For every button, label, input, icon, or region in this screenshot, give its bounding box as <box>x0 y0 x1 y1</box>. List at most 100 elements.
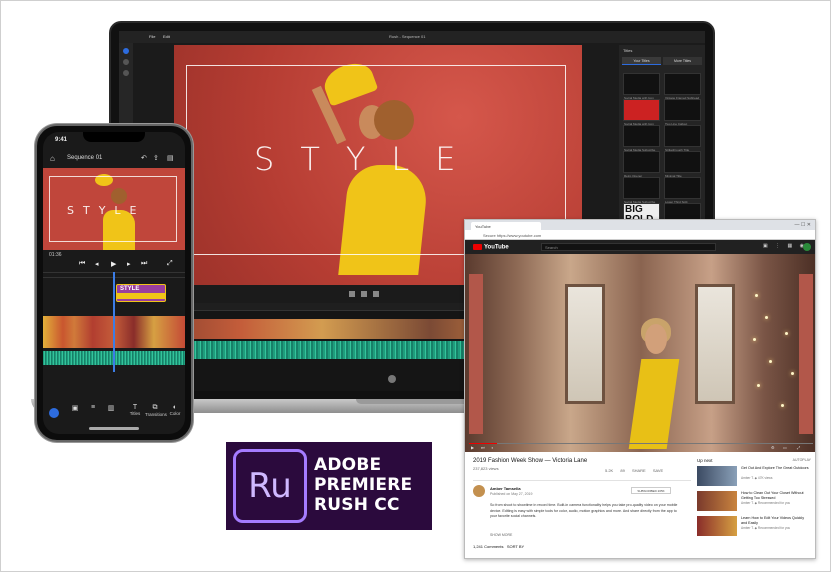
menu-file[interactable]: File <box>149 34 155 39</box>
channel-avatar[interactable] <box>473 485 485 497</box>
title-clip[interactable]: STYLE <box>116 284 166 302</box>
skip-end-icon[interactable]: ⏭ <box>141 260 147 268</box>
home-indicator[interactable] <box>89 427 139 430</box>
up-next-title[interactable]: How to Clean Out Your Closet Without Get… <box>741 491 811 500</box>
tab-more-titles[interactable]: More Titles <box>663 57 702 65</box>
logo-wordmark: ADOBE PREMIERE RUSH CC <box>314 455 412 515</box>
volume-icon[interactable]: ◖ <box>491 445 493 450</box>
fullscreen-icon[interactable]: ⤢ <box>167 260 173 268</box>
theater-icon[interactable]: ▭ <box>783 445 787 450</box>
share-icon[interactable]: ⇪ <box>153 154 159 162</box>
play-icon[interactable]: ▶ <box>111 260 116 268</box>
list-item[interactable]: Learn How to Edit Your Videos Quickly an… <box>697 516 811 538</box>
title-thumbnail[interactable]: Vintage Framed Subhead <box>664 73 701 100</box>
address-text[interactable]: Secure https://www.youtube.com <box>483 233 541 238</box>
panel-tabs: Your Titles More Titles <box>619 57 705 69</box>
tool-icon[interactable] <box>123 70 129 76</box>
tool-icon[interactable] <box>123 59 129 65</box>
comment-count: 1,241 Comments <box>473 544 504 549</box>
timecode: 01:36 <box>49 252 62 258</box>
skip-start-icon[interactable]: ⏮ <box>79 260 85 268</box>
title-thumbnail[interactable]: Two Line Callout <box>664 99 701 126</box>
tracks-icon[interactable]: ≡ <box>83 404 103 411</box>
title-thumbnail[interactable]: Social Media Subscribe <box>623 177 660 204</box>
tool-color[interactable]: ◐ Color <box>165 404 185 416</box>
undo-icon[interactable]: ↶ <box>141 154 147 162</box>
youtube-logo-text: YouTube <box>484 244 509 251</box>
list-item[interactable]: Get Out And Explore The Great Outdoors A… <box>697 466 811 488</box>
browser-tab[interactable]: YouTube <box>471 222 541 230</box>
sequence-title: Rush - Sequence 01 <box>389 34 426 39</box>
share-button[interactable]: SHARE <box>632 468 646 473</box>
video-description: So from shoot to showtime in record time… <box>490 503 678 518</box>
autoplay-toggle[interactable]: AUTOPLAY <box>793 458 811 462</box>
title-thumbnail[interactable]: Minimal Title <box>664 151 701 178</box>
settings-icon[interactable]: ⚙ <box>771 445 775 450</box>
product-composite: File Edit Rush - Sequence 01 STYLE Title… <box>0 0 831 572</box>
frame-forward-icon[interactable]: ▸ <box>127 260 131 268</box>
video-thumbnail[interactable] <box>697 491 737 511</box>
video-player[interactable]: ▶ ⏭ ◖ ⚙ ▭ ⤢ <box>465 254 815 452</box>
address-bar[interactable]: Secure https://www.youtube.com <box>465 230 815 240</box>
media-icon[interactable]: ▣ <box>65 404 85 412</box>
show-more-button[interactable]: SHOW MORE <box>490 533 512 537</box>
browser-tabstrip: YouTube — ☐ ✕ <box>465 220 815 230</box>
play-icon[interactable] <box>361 291 367 297</box>
title-thumbnail[interactable]: Social Media with Icon <box>623 99 660 126</box>
phone-playback: ⏮ ◂ ▶ ▸ ⏭ ⤢ <box>43 259 185 271</box>
add-track-icon[interactable] <box>388 375 396 383</box>
account-avatar[interactable] <box>803 243 811 251</box>
up-next-meta: Amber T. ◆ 47K views <box>741 476 773 480</box>
title-thumbnail[interactable]: Strikethrough Title <box>664 125 701 152</box>
channel-name[interactable]: Amber Tamsella <box>490 486 521 491</box>
youtube-logo[interactable]: YouTube <box>473 244 509 251</box>
step-forward-icon[interactable] <box>373 291 379 297</box>
comment-icon[interactable]: ▤ <box>167 154 174 162</box>
phone: 9:41 ⌂ Sequence 01 ↶ ⇪ ▤ STYLE 01:36 ⏮ ◂… <box>35 124 193 442</box>
video-thumbnail[interactable] <box>697 516 737 536</box>
phone-sequence-title: Sequence 01 <box>67 155 103 161</box>
up-next-meta: Amber T. ◆ Recommended for you <box>741 501 791 505</box>
list-item[interactable]: How to Clean Out Your Closet Without Get… <box>697 491 811 513</box>
laptop-menubar: File Edit Rush - Sequence 01 <box>119 31 705 43</box>
up-next-title[interactable]: Get Out And Explore The Great Outdoors <box>741 466 811 471</box>
phone-viewer[interactable]: STYLE <box>43 168 185 250</box>
menu-edit[interactable]: Edit <box>163 34 170 39</box>
title-thumbnail[interactable]: Social Media with Icon <box>623 73 660 100</box>
like-button[interactable]: 5.2K <box>605 468 613 473</box>
tool-transitions[interactable]: ⧉ Transitions <box>145 404 167 417</box>
window-controls[interactable]: — ☐ ✕ <box>795 222 811 228</box>
room-window <box>695 284 735 404</box>
phone-header: ⌂ Sequence 01 ↶ ⇪ ▤ <box>43 152 185 166</box>
up-next-label: Up next <box>697 458 713 463</box>
tool-titles[interactable]: T Titles <box>125 404 145 416</box>
up-next-sidebar: Up next AUTOPLAY Get Out And Explore The… <box>697 458 811 541</box>
next-icon[interactable]: ⏭ <box>481 445 485 450</box>
phone-playhead[interactable] <box>113 272 115 372</box>
up-next-title[interactable]: Learn How to Edit Your Videos Quickly an… <box>741 516 811 525</box>
title-clip-bar <box>117 293 165 299</box>
tab-your-titles[interactable]: Your Titles <box>622 57 661 65</box>
sort-button[interactable]: SORT BY <box>507 544 524 549</box>
save-button[interactable]: SAVE <box>653 468 663 473</box>
dislike-button[interactable]: 89 <box>620 468 624 473</box>
search-input[interactable]: Search <box>541 243 716 251</box>
subscribe-button[interactable]: SUBSCRIBED 205K <box>631 487 671 494</box>
title-thumbnail[interactable]: Retro Opener <box>623 151 660 178</box>
title-text[interactable]: STYLE <box>254 140 481 178</box>
video-info: 2019 Fashion Week Show — Victoria Lane 2… <box>473 458 691 549</box>
fullscreen-icon[interactable]: ⤢ <box>797 445 800 450</box>
play-icon[interactable]: ▶ <box>471 445 474 450</box>
audio-icon[interactable]: ▥ <box>101 404 121 412</box>
add-media-icon[interactable] <box>123 48 129 54</box>
header-icons[interactable]: ▣ ⋮ ▦ ◉ <box>763 243 807 249</box>
video-thumbnail[interactable] <box>697 466 737 486</box>
laptop-notch <box>356 399 476 404</box>
home-icon[interactable]: ⌂ <box>50 154 55 163</box>
frame-back-icon[interactable]: ◂ <box>95 260 99 268</box>
title-thumbnail[interactable]: Social Media Subscribe <box>623 125 660 152</box>
step-back-icon[interactable] <box>349 291 355 297</box>
phone-title-text[interactable]: STYLE <box>67 204 146 217</box>
title-thumbnail[interactable]: Lower Third Split <box>664 177 701 204</box>
tool-color-label: Color <box>169 411 181 416</box>
